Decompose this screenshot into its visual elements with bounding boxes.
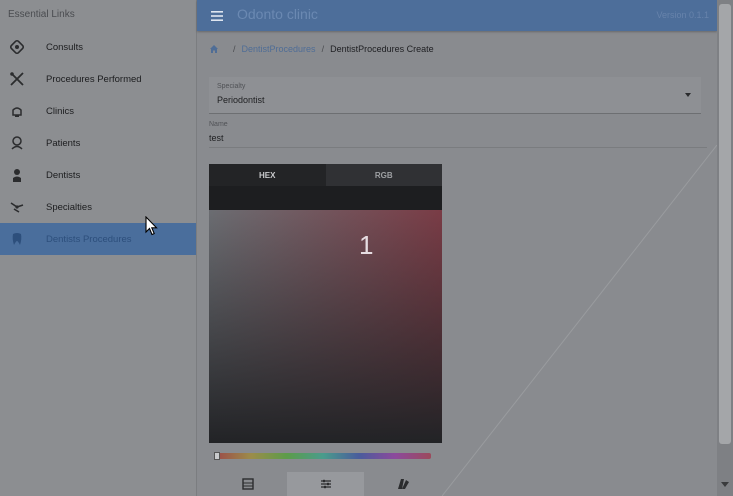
- tools-icon: [9, 71, 25, 87]
- scrollbar-thumb[interactable]: [719, 4, 731, 444]
- specialty-label: Specialty: [217, 83, 246, 90]
- overlay-number: 1: [359, 230, 374, 260]
- sidebar-item-clinics[interactable]: Clinics: [0, 95, 196, 127]
- breadcrumb-link-dentist-procedures[interactable]: DentistProcedures: [242, 44, 316, 54]
- app-bar: Odonto clinic Version 0.1.1: [197, 0, 717, 31]
- sidebar-item-label: Specialties: [46, 201, 92, 213]
- sidebar-item-label: Patients: [46, 137, 81, 149]
- name-field[interactable]: Name test: [209, 119, 707, 148]
- swatches-icon[interactable]: [364, 472, 442, 496]
- sidebar-header: Essential Links: [8, 9, 75, 20]
- specialty-select[interactable]: Specialty Periodontist: [209, 77, 701, 114]
- tab-rgb[interactable]: RGB: [325, 164, 442, 186]
- breadcrumb-separator: /: [233, 44, 236, 54]
- clinic-icon: [9, 103, 25, 119]
- color-picker: HEX RGB 1: [209, 164, 442, 496]
- specialty-value: Periodontist: [217, 95, 265, 105]
- sidebar-item-label: Clinics: [46, 105, 74, 117]
- patients-icon: [9, 135, 25, 151]
- hue-slider-handle[interactable]: [214, 452, 220, 460]
- sidebar-item-label: Procedures Performed: [46, 73, 142, 85]
- sidebar-item-dentists-procedures[interactable]: Dentists Procedures: [0, 223, 196, 255]
- hue-slider[interactable]: [215, 453, 431, 459]
- app-version: Version 0.1.1: [656, 10, 709, 20]
- name-input[interactable]: test: [209, 133, 224, 143]
- dentist-icon: [9, 167, 25, 183]
- tooth-icon: [9, 231, 25, 247]
- picker-value-strip: [209, 186, 442, 210]
- sidebar-item-patients[interactable]: Patients: [0, 127, 196, 159]
- page-scrollbar[interactable]: [717, 0, 733, 496]
- name-label: Name: [209, 121, 228, 128]
- palette-grid-icon[interactable]: [209, 472, 287, 496]
- sidebar-item-specialties[interactable]: Specialties: [0, 191, 196, 223]
- sidebar: Essential Links Consults Procedures Perf…: [0, 0, 197, 496]
- sidebar-item-procedures-performed[interactable]: Procedures Performed: [0, 63, 196, 95]
- sidebar-item-consults[interactable]: Consults: [0, 31, 196, 63]
- picker-mode-tabs: [209, 472, 442, 496]
- dropdown-caret-icon: [685, 93, 691, 97]
- decorative-diagonal: [442, 145, 717, 496]
- sidebar-item-dentists[interactable]: Dentists: [0, 159, 196, 191]
- sidebar-item-label: Consults: [46, 41, 83, 53]
- scroll-down-arrow-icon[interactable]: [721, 482, 729, 487]
- picker-tabs: HEX RGB: [209, 164, 442, 186]
- sliders-icon[interactable]: [286, 472, 365, 496]
- consults-icon: [9, 39, 25, 55]
- home-icon[interactable]: [209, 44, 219, 54]
- menu-icon[interactable]: [211, 9, 223, 21]
- app-title: Odonto clinic: [237, 6, 318, 22]
- tab-hex[interactable]: HEX: [209, 164, 326, 186]
- breadcrumb-separator: /: [321, 44, 325, 54]
- picker-footer: [209, 443, 442, 496]
- mouse-cursor-icon: [145, 216, 158, 236]
- specialties-icon: [9, 199, 25, 215]
- saturation-area[interactable]: 1: [209, 210, 442, 443]
- sidebar-item-label: Dentists: [46, 169, 81, 181]
- breadcrumb: / DentistProcedures / DentistProcedures …: [209, 42, 434, 56]
- breadcrumb-current: DentistProcedures Create: [330, 44, 434, 54]
- sidebar-item-label: Dentists Procedures: [46, 233, 132, 245]
